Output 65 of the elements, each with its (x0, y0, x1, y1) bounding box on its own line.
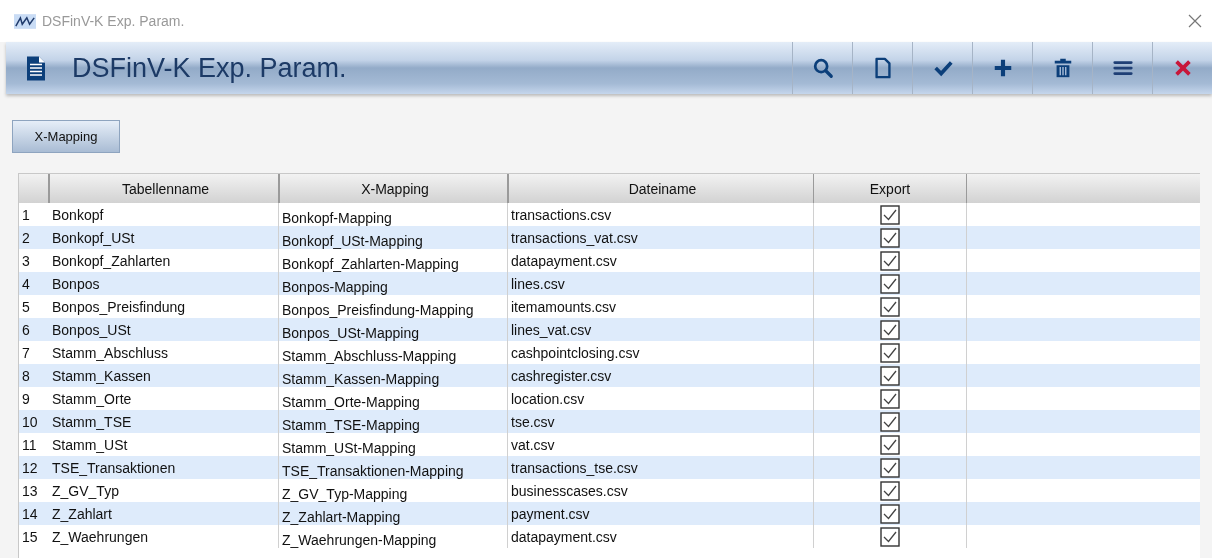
page-title: DSFinV-K Exp. Param. (72, 52, 347, 84)
table-cell: datapayment.csv (508, 525, 814, 548)
column-header[interactable]: Dateiname (508, 174, 814, 203)
table-cell: Bonpos_USt (49, 318, 279, 341)
table-cell: Bonpos_USt-Mapping (279, 318, 508, 341)
column-header[interactable]: Export (814, 174, 967, 203)
table-cell: Stamm_Kassen-Mapping (279, 364, 508, 387)
checkbox[interactable] (880, 503, 900, 524)
checkbox[interactable] (880, 365, 900, 386)
table-cell: TSE_Transaktionen (49, 456, 279, 479)
table-cell: Z_Zahlart-Mapping (279, 502, 508, 525)
row-number: 4 (21, 274, 31, 294)
row-number: 2 (21, 228, 31, 248)
checkbox[interactable] (880, 204, 900, 225)
table-cell: Z_Zahlart (49, 502, 279, 525)
column-header[interactable]: X-Mapping (279, 174, 508, 203)
close-icon[interactable] (1188, 14, 1202, 28)
row-number: 15 (21, 527, 39, 547)
row-number: 11 (21, 435, 38, 455)
table-cell: cashregister.csv (508, 364, 814, 387)
table-cell: transactions_vat.csv (508, 226, 814, 249)
x-mapping-button[interactable]: X-Mapping (12, 120, 120, 153)
row-number: 10 (21, 412, 39, 432)
row-number: 5 (21, 297, 31, 317)
checkbox[interactable] (880, 250, 900, 271)
checkbox[interactable] (880, 296, 900, 317)
row-number: 6 (21, 320, 31, 340)
table-cell: lines.csv (508, 272, 814, 295)
table-cell: Bonpos (49, 272, 279, 295)
table-cell: Stamm_TSE (49, 410, 279, 433)
window-title: DSFinV-K Exp. Param. (42, 13, 185, 29)
checkbox[interactable] (880, 388, 900, 409)
search-icon (811, 57, 834, 79)
row-number: 1 (21, 205, 31, 225)
row-number: 8 (21, 366, 31, 386)
table-cell: tse.csv (508, 410, 814, 433)
row-number: 3 (21, 251, 31, 271)
table-cell: Z_Waehrungen (49, 525, 279, 548)
checkbox[interactable] (880, 526, 900, 547)
table-cell: lines_vat.csv (508, 318, 814, 341)
table-cell: payment.csv (508, 502, 814, 525)
row-number: 9 (21, 389, 31, 409)
row-number: 7 (21, 343, 31, 363)
row-number: 12 (21, 458, 39, 478)
checkbox[interactable] (880, 411, 900, 432)
checkbox[interactable] (880, 273, 900, 294)
row-number: 13 (21, 481, 39, 501)
checkbox[interactable] (880, 227, 900, 248)
checkbox[interactable] (880, 319, 900, 340)
row-number: 14 (21, 504, 39, 524)
table-cell: Z_Waehrungen-Mapping (279, 525, 508, 548)
checkbox[interactable] (880, 457, 900, 478)
table-cell: Stamm_Kassen (49, 364, 279, 387)
wave-icon (14, 13, 36, 29)
document-icon (26, 54, 46, 82)
checkbox[interactable] (880, 434, 900, 455)
table-cell: Bonpos-Mapping (279, 272, 508, 295)
checkbox[interactable] (880, 342, 900, 363)
column-header[interactable]: Tabellenname (49, 174, 279, 203)
table-cell: transactions_tse.csv (508, 456, 814, 479)
table-cell: TSE_Transaktionen-Mapping (279, 456, 508, 479)
table-cell: Bonkopf_USt-Mapping (279, 226, 508, 249)
checkbox[interactable] (880, 480, 900, 501)
table-cell: Stamm_TSE-Mapping (279, 410, 508, 433)
table-cell: Bonkopf_USt (49, 226, 279, 249)
